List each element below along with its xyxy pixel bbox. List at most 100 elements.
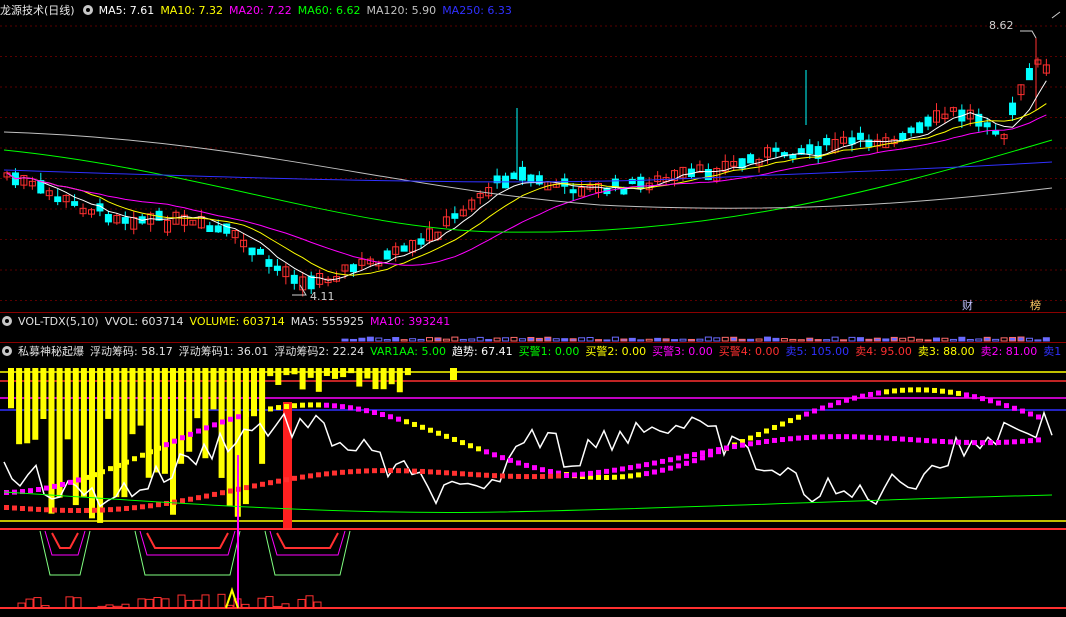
- dot-series: [100, 507, 105, 513]
- dot-series: [724, 445, 729, 451]
- dot-series: [772, 437, 777, 443]
- dot-series: [1020, 438, 1025, 444]
- dot-series: [1012, 439, 1017, 445]
- chip-bottom-bar: [201, 594, 210, 609]
- dot-series: [204, 425, 209, 431]
- dot-series: [412, 421, 417, 427]
- dot-series: [372, 468, 377, 474]
- chip-bar: [226, 368, 233, 506]
- dot-series: [308, 402, 313, 408]
- dot-series: [28, 488, 33, 494]
- chip-bar: [267, 368, 274, 377]
- dot-series: [788, 418, 793, 424]
- dot-series: [476, 446, 481, 452]
- dot-series: [44, 485, 49, 491]
- chip-bar: [145, 368, 152, 478]
- chip-bar: [380, 368, 387, 390]
- dot-series: [316, 472, 321, 478]
- dot-series: [628, 465, 633, 471]
- dot-series: [388, 414, 393, 420]
- dot-series: [436, 469, 441, 475]
- dot-series: [188, 431, 193, 437]
- dot-series: [620, 466, 625, 472]
- dot-series: [292, 403, 297, 409]
- dot-series: [228, 416, 233, 422]
- dot-series: [164, 500, 169, 506]
- dot-series: [188, 496, 193, 502]
- dot-series: [716, 447, 721, 453]
- dot-series: [860, 393, 865, 399]
- dot-series: [452, 436, 457, 442]
- chip-bar: [97, 368, 104, 523]
- dot-series: [332, 470, 337, 476]
- dot-series: [644, 462, 649, 468]
- chip-bar: [105, 368, 112, 419]
- dot-series: [612, 474, 617, 480]
- dot-series: [332, 403, 337, 409]
- dot-series: [844, 397, 849, 403]
- dot-series: [324, 402, 329, 408]
- dot-series: [580, 471, 585, 477]
- dot-series: [268, 480, 273, 486]
- dot-series: [876, 435, 881, 441]
- chip-bottom-bar: [177, 594, 186, 609]
- dot-series: [468, 471, 473, 477]
- dot-series: [164, 442, 169, 448]
- dot-series: [812, 434, 817, 440]
- dot-series: [964, 392, 969, 398]
- dot-series: [204, 493, 209, 499]
- dot-series: [628, 473, 633, 479]
- dot-series: [364, 468, 369, 474]
- dot-series: [1036, 437, 1041, 443]
- dot-series: [812, 408, 817, 414]
- alert-shape: [51, 532, 79, 549]
- chip-bottom-bar: [305, 595, 314, 609]
- dot-series: [604, 468, 609, 474]
- dot-series: [260, 408, 265, 414]
- trend-line: [3, 410, 1053, 508]
- dot-series: [700, 455, 705, 461]
- dot-series: [948, 389, 953, 395]
- dot-series: [916, 387, 921, 393]
- chip-bottom-bar: [65, 596, 74, 609]
- chip-bottom-bar: [257, 597, 266, 609]
- dot-series: [692, 452, 697, 458]
- dot-series: [916, 437, 921, 443]
- dot-series: [300, 474, 305, 480]
- dot-series: [460, 471, 465, 477]
- dot-series: [884, 435, 889, 441]
- chip-bar: [48, 368, 55, 514]
- dot-series: [988, 398, 993, 404]
- dot-series: [484, 449, 489, 455]
- dot-series: [940, 388, 945, 394]
- chip-bottom-bar: [217, 593, 226, 609]
- dot-series: [540, 473, 545, 479]
- dot-series: [908, 387, 913, 393]
- dot-series: [860, 434, 865, 440]
- dot-series: [780, 437, 785, 443]
- dot-series: [308, 473, 313, 479]
- indicator-chart[interactable]: [0, 0, 1066, 617]
- dot-series: [404, 419, 409, 425]
- dot-series: [836, 400, 841, 406]
- dot-series: [404, 468, 409, 474]
- dot-series: [212, 422, 217, 428]
- dot-series: [764, 428, 769, 434]
- dot-series: [548, 469, 553, 475]
- dot-series: [908, 437, 913, 443]
- dot-series: [924, 438, 929, 444]
- dot-series: [436, 430, 441, 436]
- dot-series: [972, 394, 977, 400]
- dot-series: [76, 508, 81, 514]
- dot-series: [932, 438, 937, 444]
- chip-bar: [32, 368, 39, 440]
- chip-bar: [40, 368, 47, 420]
- dot-series: [900, 436, 905, 442]
- dot-series: [244, 411, 249, 417]
- dot-series: [156, 502, 161, 508]
- chip-bar: [283, 368, 290, 376]
- dot-series: [508, 473, 513, 479]
- dot-series: [388, 468, 393, 474]
- dot-series: [892, 388, 897, 394]
- dot-series: [396, 416, 401, 422]
